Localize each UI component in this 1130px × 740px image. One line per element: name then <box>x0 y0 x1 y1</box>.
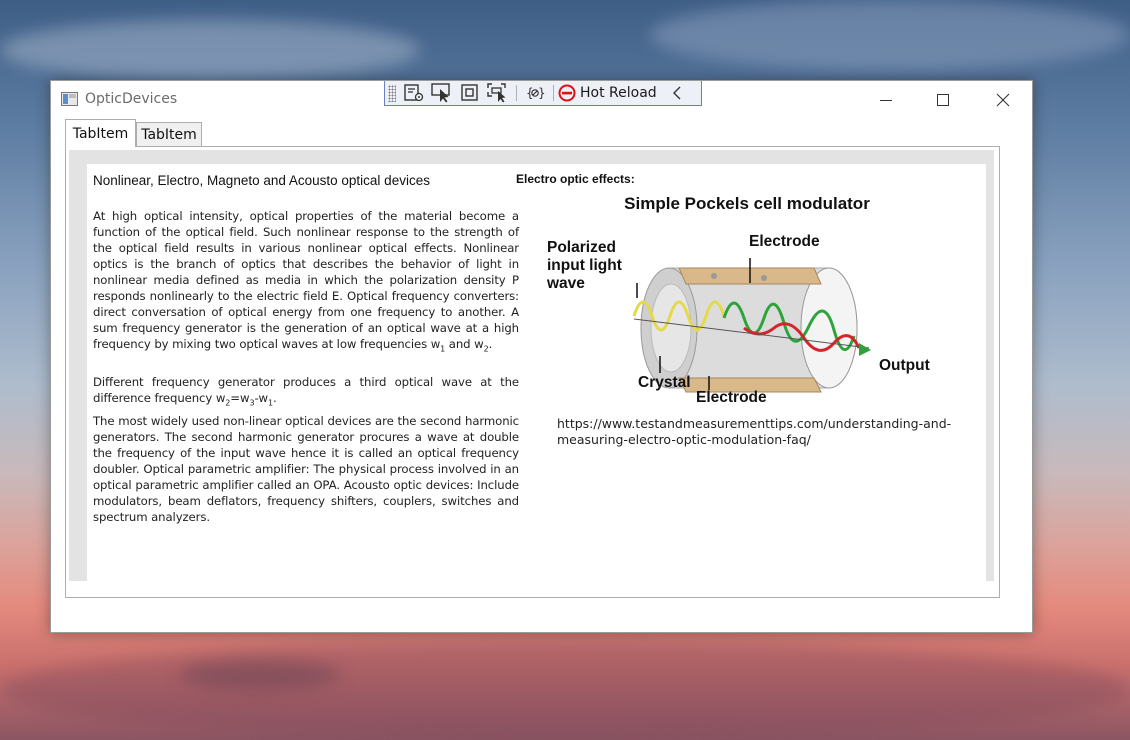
sky-cloud <box>180 660 340 690</box>
content-border: Nonlinear, Electro, Magneto and Acousto … <box>69 150 994 583</box>
minimize-button[interactable] <box>863 87 909 113</box>
app-icon <box>61 92 78 106</box>
collapse-chevron-icon[interactable] <box>663 82 691 104</box>
svg-text:{: { <box>526 86 534 100</box>
maximize-icon <box>937 94 949 106</box>
hot-reload-icon <box>558 84 576 102</box>
symbol-w: w <box>215 391 226 405</box>
svg-text:}: } <box>538 86 545 100</box>
close-button[interactable] <box>980 87 1026 113</box>
sky-cloud <box>650 0 1130 70</box>
app-window: OpticDevices {} Hot Reload TabItem TabIt… <box>50 80 1033 633</box>
tab-item-2[interactable]: TabItem <box>136 122 202 147</box>
symbol-w: w <box>474 337 484 351</box>
pockels-cell-figure: Simple Pockels cell modulator Polarized … <box>546 194 930 403</box>
figure-title: Simple Pockels cell modulator <box>624 194 870 213</box>
close-icon <box>996 93 1010 107</box>
sky-cloud <box>0 640 1130 740</box>
label-polarized: Polarized <box>547 239 616 256</box>
source-url[interactable]: https://www.testandmeasurementtips.com/u… <box>557 416 967 448</box>
paragraph-text: Different frequency generator produces a… <box>93 375 519 405</box>
hot-reload-label: Hot Reload <box>580 85 657 101</box>
maximize-button[interactable] <box>920 87 966 113</box>
binding-failures-icon[interactable]: {} <box>521 82 549 104</box>
label-electrode-bottom: Electrode <box>696 389 767 403</box>
label-input-light: input light <box>547 257 622 274</box>
paragraph-nonlinear-optics: At high optical intensity, optical prope… <box>93 208 519 357</box>
minimize-icon <box>880 100 892 101</box>
xaml-devtools-toolbar: {} Hot Reload <box>384 81 702 106</box>
toolbar-grip-icon[interactable] <box>388 84 396 102</box>
window-title: OpticDevices <box>85 91 178 107</box>
tab-item-1[interactable]: TabItem <box>65 119 136 147</box>
paragraph-difference-frequency: Different frequency generator produces a… <box>93 374 519 411</box>
content-area: Nonlinear, Electro, Magneto and Acousto … <box>87 164 986 583</box>
page-heading: Nonlinear, Electro, Magneto and Acousto … <box>93 173 430 188</box>
formula-part: -w <box>254 391 269 405</box>
label-wave: wave <box>546 275 585 292</box>
paragraph-text: At high optical intensity, optical prope… <box>93 209 519 351</box>
tab-panel: Nonlinear, Electro, Magneto and Acousto … <box>65 146 1000 598</box>
paragraph-optical-devices: The most widely used non-linear optical … <box>93 414 519 524</box>
visual-tree-icon[interactable] <box>400 82 428 104</box>
punctuation: . <box>488 337 493 351</box>
electro-optic-label: Electro optic effects: <box>516 172 635 186</box>
toolbar-separator <box>516 85 517 101</box>
symbol-w: w <box>430 337 441 351</box>
output-arrow <box>859 343 871 356</box>
conjunction: and <box>445 337 475 351</box>
formula-part: =w <box>230 391 250 405</box>
sky-cloud <box>0 20 420 80</box>
display-layout-adorners-icon[interactable] <box>456 82 484 104</box>
toolbar-separator <box>553 85 554 101</box>
select-element-icon[interactable] <box>428 82 456 104</box>
hot-reload-button[interactable]: Hot Reload <box>558 84 657 102</box>
label-output: Output <box>879 357 930 374</box>
label-crystal: Crystal <box>638 374 691 391</box>
label-electrode-top: Electrode <box>749 233 820 250</box>
track-focus-icon[interactable] <box>484 82 512 104</box>
punctuation: . <box>273 391 277 405</box>
